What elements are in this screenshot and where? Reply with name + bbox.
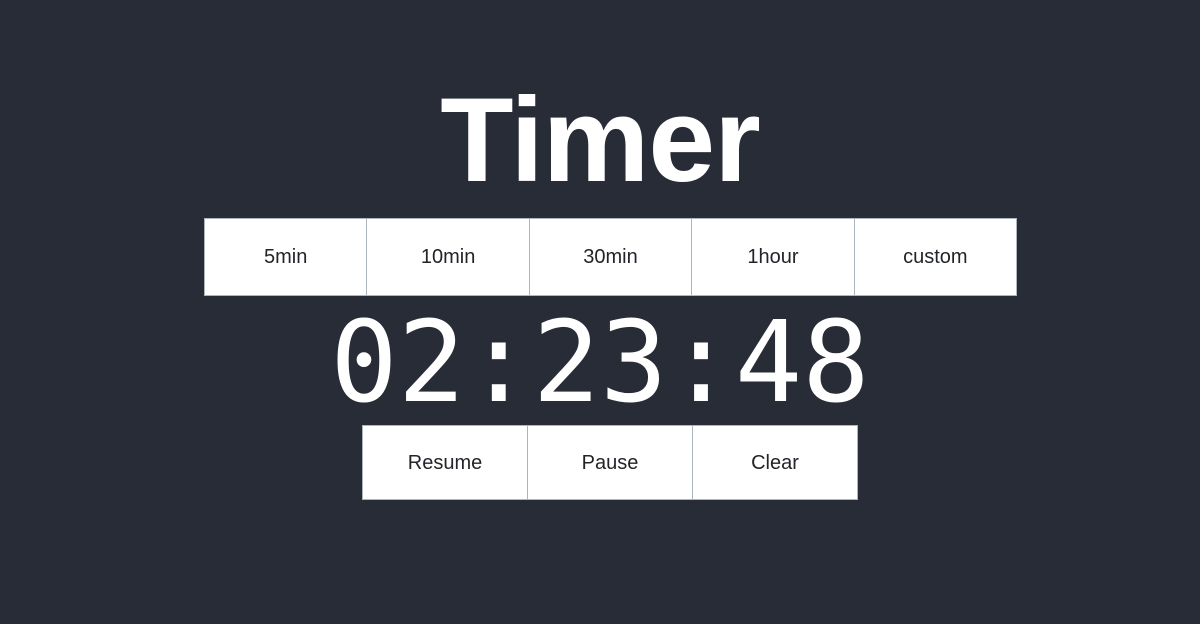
page-title: Timer	[440, 73, 761, 207]
preset-button-5min[interactable]: 5min	[204, 218, 367, 296]
pause-button[interactable]: Pause	[527, 425, 692, 500]
resume-button[interactable]: Resume	[362, 425, 527, 500]
preset-duration-group: 5min 10min 30min 1hour custom	[204, 218, 1018, 296]
preset-button-1hour[interactable]: 1hour	[691, 218, 854, 296]
timer-controls-group: Resume Pause Clear	[362, 425, 858, 500]
timer-display: 02:23:48	[330, 298, 870, 428]
timer-app: Timer 5min 10min 30min 1hour custom 02:2…	[0, 0, 1200, 624]
preset-button-30min[interactable]: 30min	[528, 218, 692, 296]
preset-button-custom[interactable]: custom	[853, 218, 1018, 296]
clear-button[interactable]: Clear	[692, 425, 858, 500]
preset-button-10min[interactable]: 10min	[366, 218, 529, 296]
